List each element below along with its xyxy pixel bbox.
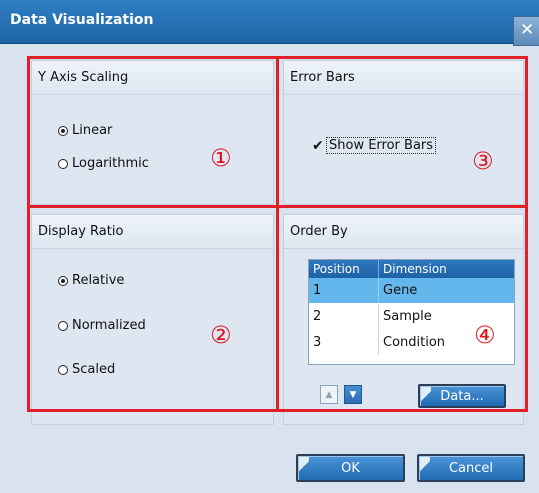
- highlight-divider-vertical: [276, 56, 279, 412]
- button-highlight: [299, 457, 309, 478]
- highlight-divider-horizontal: [27, 205, 528, 208]
- close-button[interactable]: ✕: [513, 16, 539, 46]
- dialog-title: Data Visualization: [10, 12, 154, 28]
- ok-button[interactable]: OK: [296, 454, 405, 482]
- ok-label: OK: [341, 460, 360, 476]
- data-visualization-dialog: Data Visualization ✕ Y Axis Scaling Line…: [0, 0, 539, 493]
- button-highlight: [420, 457, 430, 478]
- title-bar[interactable]: Data Visualization ✕: [0, 0, 539, 46]
- close-icon: ✕: [520, 20, 535, 40]
- cancel-label: Cancel: [448, 460, 494, 476]
- cancel-button[interactable]: Cancel: [417, 454, 525, 482]
